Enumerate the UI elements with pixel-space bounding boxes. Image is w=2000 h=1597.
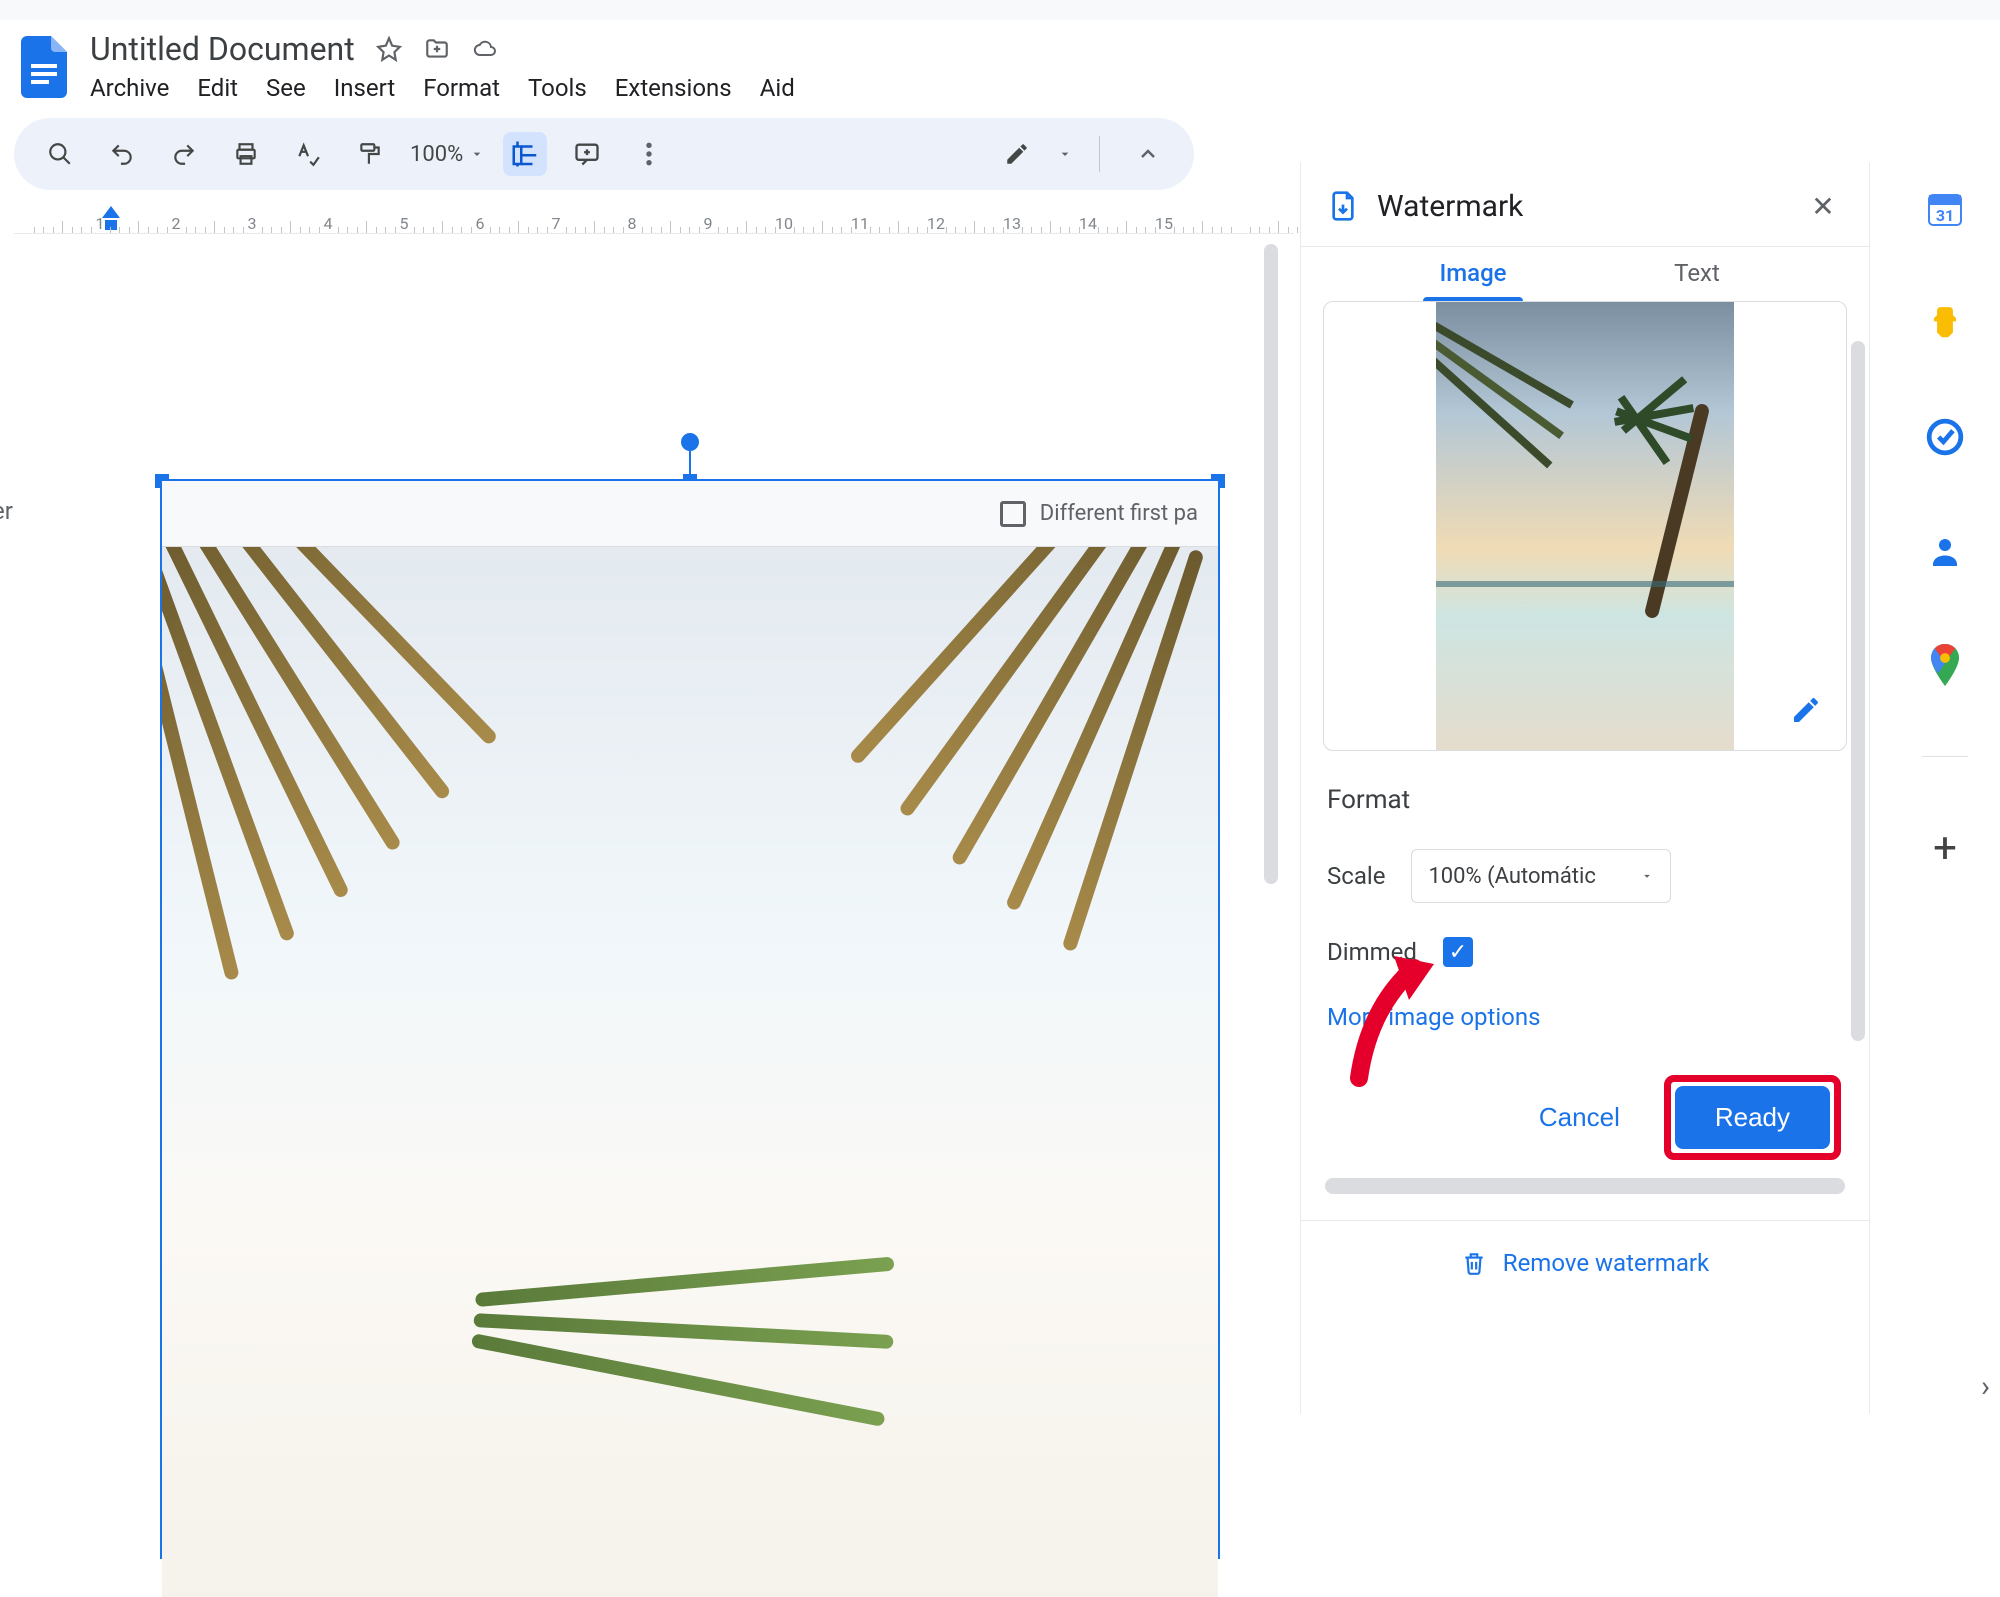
document-title[interactable]: Untitled Document bbox=[90, 30, 355, 68]
watermark-page-image[interactable] bbox=[162, 547, 1218, 1597]
zoom-value: 100% bbox=[410, 142, 463, 167]
dimmed-checkbox[interactable]: ✓ bbox=[1443, 937, 1473, 967]
menu-see[interactable]: See bbox=[266, 74, 306, 102]
app-header: Untitled Document Archive Edit See Inser… bbox=[0, 20, 2000, 104]
rail-divider bbox=[1922, 756, 1968, 757]
remove-watermark-button[interactable]: Remove watermark bbox=[1323, 1221, 1847, 1289]
ready-button[interactable]: Ready bbox=[1675, 1086, 1830, 1149]
star-icon[interactable] bbox=[375, 35, 403, 63]
edit-pencil-icon[interactable] bbox=[995, 132, 1039, 176]
panel-title: Watermark bbox=[1377, 189, 1785, 224]
undo-icon[interactable] bbox=[100, 132, 144, 176]
cancel-button[interactable]: Cancel bbox=[1519, 1088, 1640, 1147]
add-comment-icon[interactable] bbox=[565, 132, 609, 176]
remove-watermark-label: Remove watermark bbox=[1503, 1249, 1709, 1277]
panel-horizontal-scrollbar[interactable] bbox=[1325, 1178, 1845, 1194]
format-heading: Format bbox=[1327, 785, 1847, 815]
menu-extensions[interactable]: Extensions bbox=[615, 74, 732, 102]
different-first-page-checkbox[interactable] bbox=[1000, 501, 1026, 527]
preview-thumbnail bbox=[1436, 301, 1734, 751]
panel-tabs: Image Text bbox=[1301, 247, 1869, 301]
hide-side-rail-icon[interactable]: › bbox=[1981, 1369, 1990, 1404]
browser-strip bbox=[0, 0, 2000, 20]
menu-aid[interactable]: Aid bbox=[760, 74, 795, 102]
chevron-down-icon[interactable] bbox=[1057, 146, 1073, 162]
zoom-dropdown[interactable]: 100% bbox=[410, 142, 485, 167]
ruler[interactable]: 123456789101112131415 bbox=[14, 202, 1294, 234]
redo-icon[interactable] bbox=[162, 132, 206, 176]
svg-text:31: 31 bbox=[1936, 206, 1954, 225]
move-folder-icon[interactable] bbox=[423, 35, 451, 63]
indent-marker[interactable] bbox=[102, 206, 120, 230]
watermark-panel-icon bbox=[1327, 190, 1359, 222]
maps-icon[interactable] bbox=[1922, 642, 1968, 688]
document-area: er Different first pa bbox=[0, 234, 1280, 1424]
menu-format[interactable]: Format bbox=[423, 74, 500, 102]
scale-label: Scale bbox=[1327, 862, 1385, 890]
header-left-tag: er bbox=[0, 497, 13, 525]
scale-select[interactable]: 100% (Automátic bbox=[1411, 849, 1671, 903]
collapse-toolbar-icon[interactable] bbox=[1126, 132, 1170, 176]
editing-mode-icon[interactable] bbox=[503, 132, 547, 176]
print-icon[interactable] bbox=[224, 132, 268, 176]
panel-scrollbar[interactable] bbox=[1851, 341, 1865, 1041]
keep-icon[interactable] bbox=[1922, 300, 1968, 346]
watermark-side-panel: Watermark ✕ Image Text bbox=[1300, 162, 1870, 1414]
ready-button-highlight: Ready bbox=[1664, 1075, 1841, 1160]
right-side-rail: 31 + bbox=[1890, 160, 2000, 871]
menu-insert[interactable]: Insert bbox=[334, 74, 395, 102]
paint-format-icon[interactable] bbox=[348, 132, 392, 176]
edit-watermark-image-icon[interactable] bbox=[1784, 688, 1828, 732]
dimmed-label: Dimmed bbox=[1327, 938, 1417, 966]
close-panel-icon[interactable]: ✕ bbox=[1803, 186, 1843, 226]
menu-bar: Archive Edit See Insert Format Tools Ext… bbox=[90, 74, 795, 102]
watermark-preview bbox=[1323, 301, 1847, 751]
cloud-status-icon[interactable] bbox=[471, 35, 499, 63]
more-image-options-link[interactable]: More image options bbox=[1323, 1003, 1847, 1031]
tasks-icon[interactable] bbox=[1922, 414, 1968, 460]
calendar-icon[interactable]: 31 bbox=[1922, 186, 1968, 232]
tab-text[interactable]: Text bbox=[1585, 247, 1809, 301]
scrollbar-thumb[interactable] bbox=[1264, 244, 1278, 884]
header-options-strip: er Different first pa bbox=[162, 481, 1218, 547]
menu-tools[interactable]: Tools bbox=[528, 74, 587, 102]
scale-value: 100% (Automátic bbox=[1428, 864, 1595, 889]
search-icon[interactable] bbox=[38, 132, 82, 176]
more-icon[interactable] bbox=[627, 132, 671, 176]
add-addon-icon[interactable]: + bbox=[1922, 825, 1968, 871]
menu-edit[interactable]: Edit bbox=[197, 74, 238, 102]
docs-logo[interactable] bbox=[16, 30, 72, 104]
toolbar: 100% bbox=[14, 118, 1194, 190]
toolbar-divider bbox=[1099, 136, 1100, 172]
menu-archive[interactable]: Archive bbox=[90, 74, 169, 102]
trash-icon bbox=[1461, 1250, 1487, 1276]
different-first-page-label: Different first pa bbox=[1040, 501, 1198, 526]
contacts-icon[interactable] bbox=[1922, 528, 1968, 574]
spellcheck-icon[interactable] bbox=[286, 132, 330, 176]
chevron-down-icon bbox=[1640, 869, 1654, 883]
tab-image[interactable]: Image bbox=[1361, 247, 1585, 301]
